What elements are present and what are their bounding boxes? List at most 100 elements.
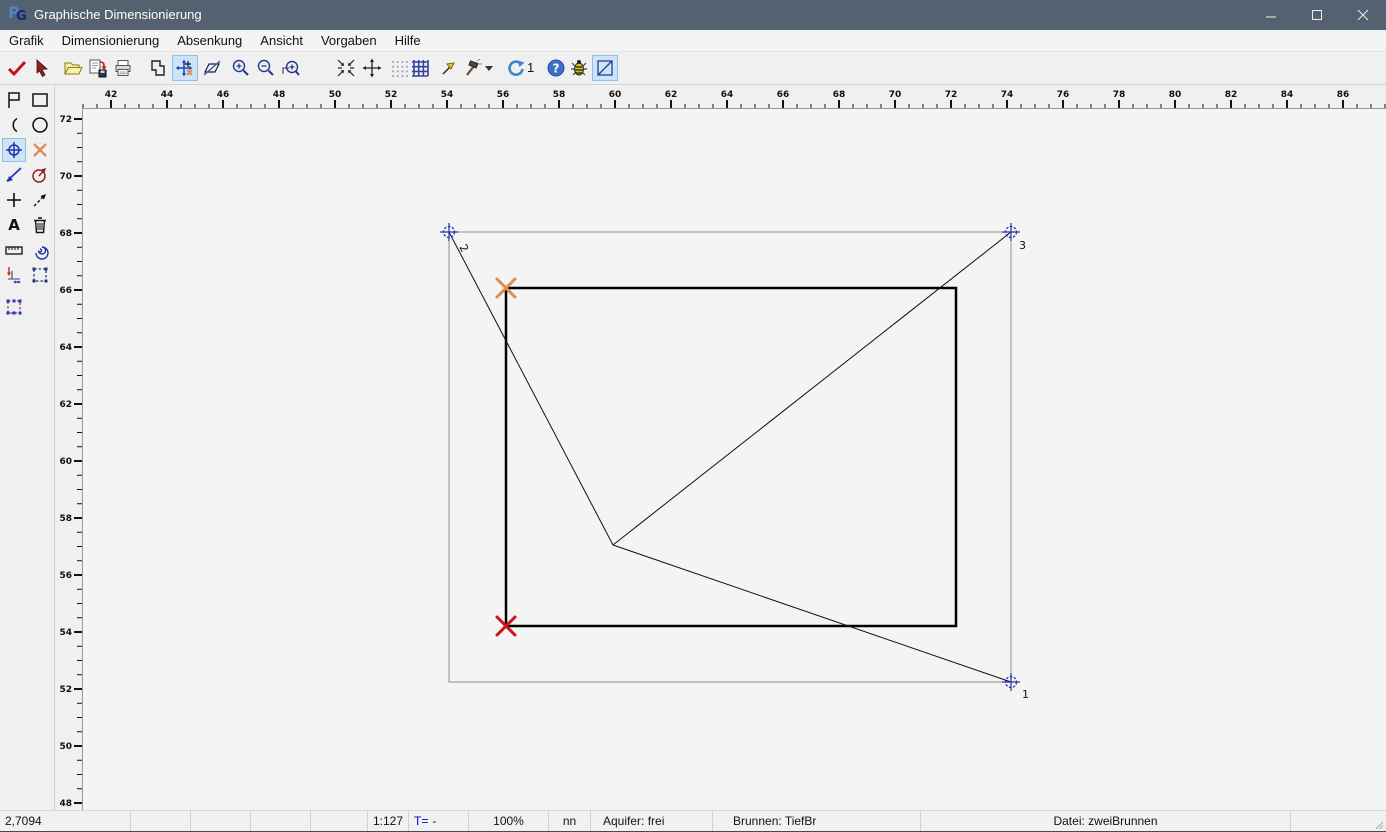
status-empty-3 bbox=[250, 811, 310, 832]
close-button[interactable] bbox=[1340, 0, 1386, 30]
menu-ansicht[interactable]: Ansicht bbox=[251, 30, 312, 52]
tool-palette: A bbox=[0, 85, 55, 810]
zoom-out-button[interactable] bbox=[253, 55, 279, 81]
marquee-select-tool[interactable] bbox=[28, 263, 52, 287]
spiral-tool[interactable] bbox=[28, 238, 52, 262]
transform-arrows-tool[interactable] bbox=[2, 263, 26, 287]
arc-icon bbox=[4, 115, 24, 135]
svg-text:48: 48 bbox=[273, 90, 286, 100]
svg-text:52: 52 bbox=[385, 90, 398, 100]
status-empty-4 bbox=[310, 811, 367, 832]
move-point-button[interactable] bbox=[172, 55, 198, 81]
svg-text:74: 74 bbox=[1001, 90, 1014, 100]
toolbar: 1 ? bbox=[0, 52, 1386, 85]
open-file-button[interactable] bbox=[60, 55, 86, 81]
svg-text:56: 56 bbox=[59, 571, 72, 581]
minimize-button[interactable] bbox=[1248, 0, 1294, 30]
recalc-count: 1 bbox=[527, 60, 534, 75]
parallelogram-strike-icon bbox=[202, 58, 222, 78]
orange-x-icon bbox=[30, 140, 50, 160]
svg-text:46: 46 bbox=[217, 90, 230, 100]
status-bar: 2,7094 1:127 T=- 100% nn Aquifer: frei B… bbox=[0, 810, 1386, 832]
shape-outline-icon bbox=[148, 58, 168, 78]
status-empty-1 bbox=[130, 811, 190, 832]
svg-text:62: 62 bbox=[665, 90, 678, 100]
recalculate-button[interactable] bbox=[503, 55, 529, 81]
print-button[interactable] bbox=[110, 55, 136, 81]
status-file: Datei: zweiBrunnen bbox=[920, 811, 1290, 832]
collapse-arrows-button[interactable] bbox=[333, 55, 359, 81]
app-window: PG Graphische Dimensionierung Grafik Dim… bbox=[0, 0, 1386, 832]
printer-icon bbox=[113, 58, 133, 78]
delete-x-tool[interactable] bbox=[28, 138, 52, 162]
svg-text:60: 60 bbox=[609, 90, 622, 100]
svg-text:68: 68 bbox=[59, 229, 72, 239]
pie-pointer-tool[interactable] bbox=[28, 163, 52, 187]
status-well: Brunnen: TiefBr bbox=[712, 811, 920, 832]
arrow-ne-icon bbox=[30, 190, 50, 210]
rectangle-tool[interactable] bbox=[28, 88, 52, 112]
corner-flag-tool[interactable] bbox=[2, 88, 26, 112]
frame-diagonal-icon bbox=[595, 58, 615, 78]
well-label: 3 bbox=[1019, 239, 1026, 252]
trash-icon bbox=[30, 215, 50, 235]
circle-tool[interactable] bbox=[28, 113, 52, 137]
measure-tool[interactable] bbox=[2, 238, 26, 262]
flow-segment bbox=[613, 232, 1011, 545]
menu-absenkung[interactable]: Absenkung bbox=[168, 30, 251, 52]
svg-text:?: ? bbox=[553, 62, 560, 76]
svg-text:52: 52 bbox=[59, 685, 72, 695]
menu-dimensionierung[interactable]: Dimensionierung bbox=[53, 30, 169, 52]
marquee-colored-icon bbox=[4, 297, 24, 317]
pen-marker-icon bbox=[439, 58, 459, 78]
svg-text:64: 64 bbox=[721, 90, 734, 100]
zoom-in-button[interactable] bbox=[228, 55, 254, 81]
frame-diagonal-button[interactable] bbox=[592, 55, 618, 81]
arrow-ne-tool[interactable] bbox=[28, 188, 52, 212]
well-marker-icon bbox=[4, 140, 24, 160]
title-bar: PG Graphische Dimensionierung bbox=[0, 0, 1386, 30]
select-arrow-button[interactable] bbox=[29, 55, 55, 81]
zoom-window-button[interactable] bbox=[278, 55, 304, 81]
vertical-ruler: 72706866646260585654525048 bbox=[55, 108, 82, 810]
tools-dropdown-button[interactable] bbox=[482, 55, 496, 81]
rectangle-icon bbox=[30, 90, 50, 110]
menu-vorgaben[interactable]: Vorgaben bbox=[312, 30, 386, 52]
menu-grafik[interactable]: Grafik bbox=[0, 30, 53, 52]
menu-hilfe[interactable]: Hilfe bbox=[386, 30, 430, 52]
svg-text:84: 84 bbox=[1281, 90, 1294, 100]
cursor-arrow-icon bbox=[32, 58, 52, 78]
svg-text:50: 50 bbox=[59, 742, 72, 752]
confirm-button[interactable] bbox=[4, 55, 30, 81]
well-marker-tool[interactable] bbox=[2, 138, 26, 162]
maximize-button[interactable] bbox=[1294, 0, 1340, 30]
status-zoom: 100% bbox=[468, 811, 548, 832]
move-point-icon bbox=[175, 58, 195, 78]
plus-cross-tool[interactable] bbox=[2, 188, 26, 212]
copy-shape-button[interactable] bbox=[145, 55, 171, 81]
svg-text:54: 54 bbox=[59, 628, 72, 638]
move-all-button[interactable] bbox=[359, 55, 385, 81]
svg-text:72: 72 bbox=[59, 115, 72, 125]
pen-strike-tool[interactable] bbox=[2, 163, 26, 187]
svg-text:64: 64 bbox=[59, 343, 72, 353]
resize-grip[interactable] bbox=[1375, 821, 1384, 830]
text-tool[interactable]: A bbox=[2, 213, 26, 237]
arc-tool[interactable] bbox=[2, 113, 26, 137]
parallelogram-strike-button[interactable] bbox=[199, 55, 225, 81]
chevron-down-icon bbox=[485, 66, 493, 71]
svg-text:58: 58 bbox=[59, 514, 72, 524]
pen-marker-button[interactable] bbox=[436, 55, 462, 81]
debug-bug-button[interactable] bbox=[566, 55, 592, 81]
status-scale: 1:127 bbox=[367, 811, 408, 832]
model-rectangle bbox=[506, 288, 956, 626]
drawing-canvas[interactable]: 231 bbox=[82, 108, 1386, 810]
svg-text:54: 54 bbox=[441, 90, 454, 100]
spiral-icon bbox=[30, 240, 50, 260]
corner-flag-icon bbox=[4, 90, 24, 110]
delete-trash-tool[interactable] bbox=[28, 213, 52, 237]
save-as-button[interactable] bbox=[85, 55, 111, 81]
marquee-colored-tool[interactable] bbox=[2, 295, 26, 319]
grid-lines-button[interactable] bbox=[407, 55, 433, 81]
status-empty-2 bbox=[190, 811, 250, 832]
